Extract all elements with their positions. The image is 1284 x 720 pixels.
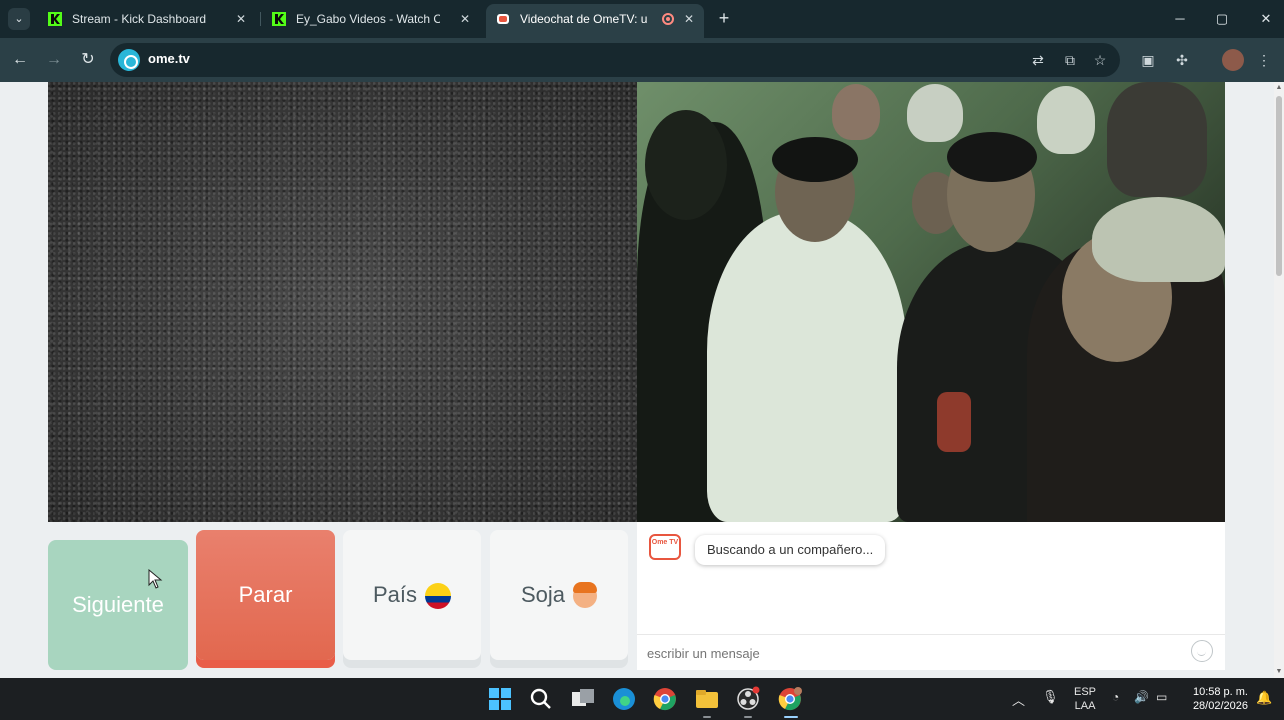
self-camera-video — [637, 82, 1225, 522]
extension-icon[interactable]: ▣ — [1138, 50, 1158, 70]
profile-avatar[interactable] — [1222, 49, 1244, 71]
stop-button[interactable]: Parar — [196, 530, 335, 660]
page-scrollbar[interactable]: ▲ ▼ — [1274, 82, 1284, 678]
minimize-button[interactable]: ─ — [1166, 8, 1194, 30]
back-arrow-icon[interactable]: ← — [10, 50, 30, 70]
menu-kebab-icon[interactable]: ⋮ — [1254, 50, 1274, 70]
obs-icon[interactable] — [734, 685, 762, 713]
windows-start-icon[interactable] — [486, 685, 514, 713]
next-button-label: Siguiente — [72, 592, 164, 617]
bookmark-star-icon[interactable]: ☆ — [1090, 50, 1110, 70]
close-icon[interactable]: ✕ — [458, 6, 472, 32]
stop-button-label: Parar — [238, 582, 293, 607]
browser-toolbar: ← → ↻ ome.tv ⇄ ⧉ ☆ ▣ ✣ ⋮ — [0, 38, 1284, 82]
kick-logo-icon — [48, 12, 62, 26]
tab-title: Ey_Gabo Videos - Watch On-De — [296, 12, 440, 26]
edge-icon[interactable] — [610, 685, 638, 713]
tab-title: Stream - Kick Dashboard — [72, 12, 207, 26]
close-icon[interactable]: ✕ — [682, 4, 696, 34]
system-clock[interactable]: 10:58 p. m. 28/02/2026 — [1188, 685, 1248, 713]
partner-video-static — [48, 82, 637, 522]
install-app-icon[interactable]: ⧉ — [1060, 50, 1080, 70]
task-view-icon[interactable] — [569, 685, 597, 713]
chrome-profile-icon[interactable] — [776, 685, 804, 713]
tab-kick-dashboard[interactable]: Stream - Kick Dashboard ✕ — [38, 6, 256, 32]
address-bar[interactable]: ome.tv ⇄ ⧉ ☆ — [110, 43, 1120, 77]
emoji-smile-icon[interactable] — [1191, 640, 1213, 662]
mouse-cursor-icon — [148, 569, 163, 589]
chrome-icon[interactable] — [651, 685, 679, 713]
windows-taskbar: ︿ 🎙 ESP LAA ◔ 🔊 ▭ 10:58 p. m. 28/02/2026 🔔 — [0, 678, 1284, 720]
reload-icon[interactable]: ↻ — [78, 50, 98, 70]
close-window-button[interactable]: ✕ — [1252, 8, 1280, 30]
scrollbar-thumb[interactable] — [1276, 96, 1282, 276]
puzzle-extensions-icon[interactable]: ✣ — [1172, 50, 1192, 70]
tab-strip: ⌄ Stream - Kick Dashboard ✕ Ey_Gabo Vide… — [0, 0, 1284, 38]
tray-chevron-icon[interactable]: ︿ — [1012, 690, 1025, 709]
notifications-icon[interactable]: 🔔 — [1256, 690, 1272, 706]
chat-panel: Ome TV Buscando a un compañero... — [637, 522, 1225, 670]
status-message-bubble: Buscando a un compañero... — [695, 535, 886, 565]
keyboard-language-indicator[interactable]: ESP LAA — [1074, 685, 1096, 713]
country-filter-button[interactable]: País — [343, 530, 481, 660]
battery-icon[interactable]: ▭ — [1156, 690, 1167, 704]
tab-search-button[interactable]: ⌄ — [8, 8, 30, 30]
colombia-flag-icon — [425, 583, 452, 610]
ometv-logo-icon: Ome TV — [649, 534, 681, 560]
next-button[interactable]: Siguiente — [48, 540, 188, 670]
country-button-label: País — [372, 582, 418, 607]
microphone-icon[interactable]: 🎙 — [1042, 689, 1059, 705]
search-icon[interactable] — [527, 685, 555, 713]
tab-ometv[interactable]: Videochat de OmeTV: una ✕ — [486, 4, 704, 38]
wifi-icon[interactable]: ◔ — [1112, 690, 1119, 704]
file-explorer-icon[interactable] — [693, 685, 721, 713]
forward-arrow-icon[interactable]: → — [44, 50, 64, 70]
person-emoji-icon — [573, 582, 598, 609]
tab-ey-gabo-videos[interactable]: Ey_Gabo Videos - Watch On-De ✕ — [262, 6, 480, 32]
url-text[interactable]: ome.tv — [148, 51, 190, 66]
ometv-page: Siguiente Parar País Soja Ome TV Buscand… — [0, 82, 1284, 678]
tab-title: Videochat de OmeTV: una — [520, 12, 648, 26]
volume-icon[interactable]: 🔊 — [1134, 690, 1149, 704]
gender-filter-button[interactable]: Soja — [490, 530, 628, 660]
new-tab-button[interactable]: + — [714, 8, 734, 28]
ometv-favicon-icon — [497, 14, 509, 24]
translate-icon[interactable]: ⇄ — [1028, 50, 1048, 70]
site-info-icon[interactable] — [118, 49, 140, 71]
maximize-button[interactable]: ▢ — [1208, 8, 1236, 30]
close-icon[interactable]: ✕ — [234, 6, 248, 32]
kick-logo-icon — [272, 12, 286, 26]
message-input[interactable] — [647, 642, 1187, 664]
recording-icon — [662, 13, 674, 25]
gender-button-label: Soja — [520, 582, 566, 607]
